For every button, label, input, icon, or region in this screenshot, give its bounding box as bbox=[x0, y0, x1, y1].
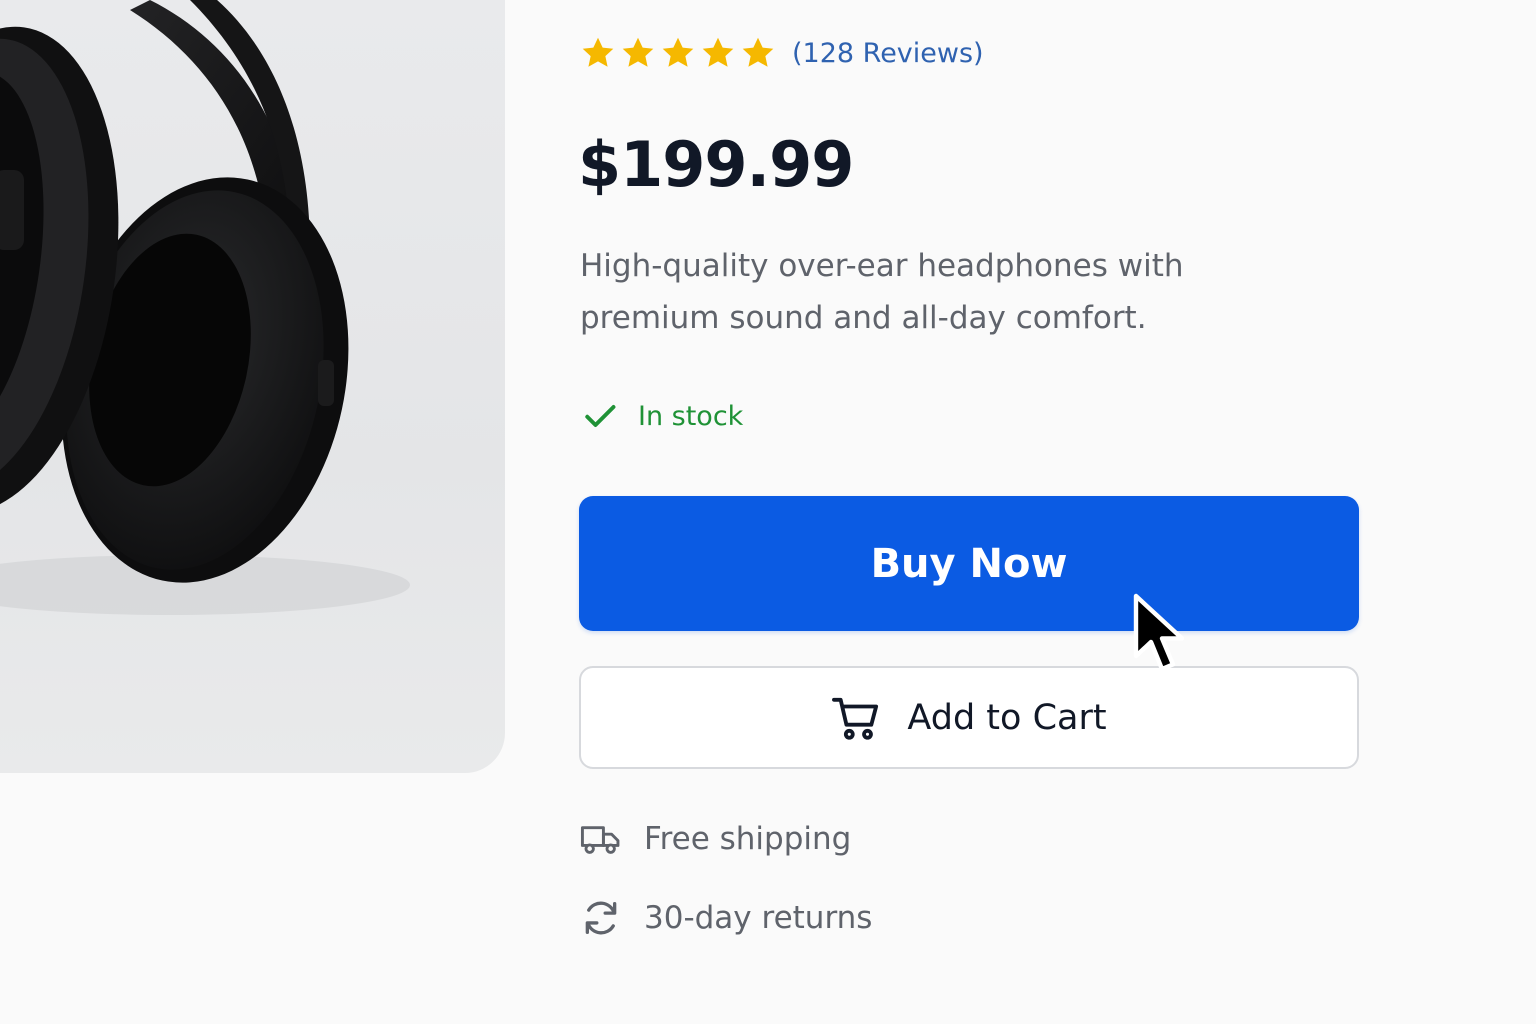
product-description: High-quality over-ear headphones with pr… bbox=[580, 248, 1184, 336]
check-icon bbox=[585, 405, 616, 427]
star-icon bbox=[742, 37, 774, 67]
headphones-illustration bbox=[0, 0, 410, 615]
add-to-cart-button[interactable]: Add to Cart bbox=[579, 666, 1359, 769]
product-rating: (128 Reviews) bbox=[580, 32, 984, 74]
reviews-link[interactable]: (128 Reviews) bbox=[792, 38, 984, 69]
mouse-cursor-icon bbox=[1133, 593, 1185, 672]
perk-free-shipping: Free shipping bbox=[580, 818, 851, 860]
star-icon bbox=[702, 37, 734, 67]
stock-label: In stock bbox=[638, 400, 744, 432]
star-icon bbox=[622, 37, 654, 67]
perk-label: Free shipping bbox=[644, 821, 852, 857]
star-icon bbox=[662, 37, 694, 67]
product-price: $199.99 bbox=[578, 128, 854, 201]
buy-now-label: Buy Now bbox=[870, 540, 1068, 587]
product-page: (128 Reviews) $199.99 High-quality over-… bbox=[0, 0, 1536, 1024]
star-rating bbox=[580, 35, 776, 71]
cart-icon bbox=[832, 697, 879, 740]
add-to-cart-label: Add to Cart bbox=[907, 697, 1107, 738]
product-image bbox=[0, 0, 505, 773]
refresh-icon bbox=[585, 901, 617, 935]
perk-returns: 30-day returns bbox=[580, 897, 872, 939]
truck-icon bbox=[580, 826, 620, 854]
buy-now-button[interactable]: Buy Now bbox=[579, 496, 1359, 631]
stock-status: In stock bbox=[582, 398, 743, 434]
star-icon bbox=[582, 37, 614, 67]
perk-label: 30-day returns bbox=[644, 900, 873, 936]
